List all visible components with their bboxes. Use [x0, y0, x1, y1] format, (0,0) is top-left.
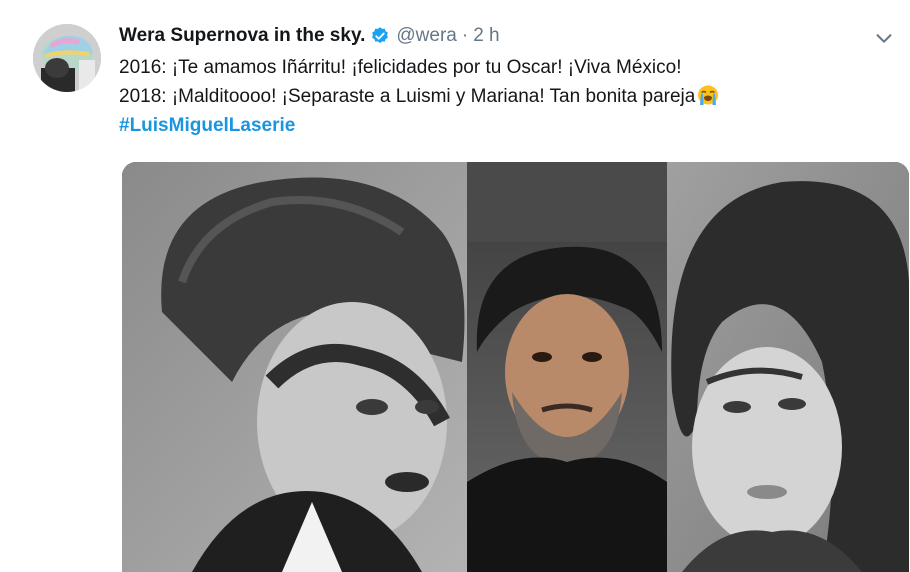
- tweet-header: Wera Supernova in the sky. @wera · 2 h: [119, 24, 850, 48]
- tweet-media[interactable]: [122, 162, 909, 572]
- separator-dot: ·: [461, 25, 469, 46]
- media-panel-middle: [467, 162, 667, 572]
- author-name[interactable]: Wera Supernova in the sky.: [119, 25, 365, 47]
- tweet-line-2-text: 2018: ¡Malditoooo! ¡Separaste a Luismi y…: [119, 86, 696, 107]
- verified-badge-icon: [370, 26, 390, 46]
- author-avatar[interactable]: [33, 24, 101, 92]
- loudly-crying-face-emoji: [696, 84, 720, 106]
- media-panel-left: [122, 162, 467, 572]
- hashtag-link[interactable]: #LuisMiguelLaserie: [119, 115, 295, 136]
- media-collage: [122, 162, 909, 572]
- tweet-text: 2016: ¡Te amamos Iñárritu! ¡felicidades …: [119, 53, 720, 140]
- author-handle[interactable]: @wera: [396, 25, 456, 47]
- tweet-timestamp[interactable]: 2 h: [473, 25, 499, 47]
- tweet-line-1: 2016: ¡Te amamos Iñárritu! ¡felicidades …: [119, 57, 682, 78]
- chevron-down-icon[interactable]: [870, 24, 898, 52]
- hashtag-line: #LuisMiguelLaserie: [119, 111, 720, 140]
- avatar-image: [33, 24, 101, 92]
- media-panel-right: [667, 162, 909, 572]
- tweet-line-2: 2018: ¡Malditoooo! ¡Separaste a Luismi y…: [119, 82, 720, 111]
